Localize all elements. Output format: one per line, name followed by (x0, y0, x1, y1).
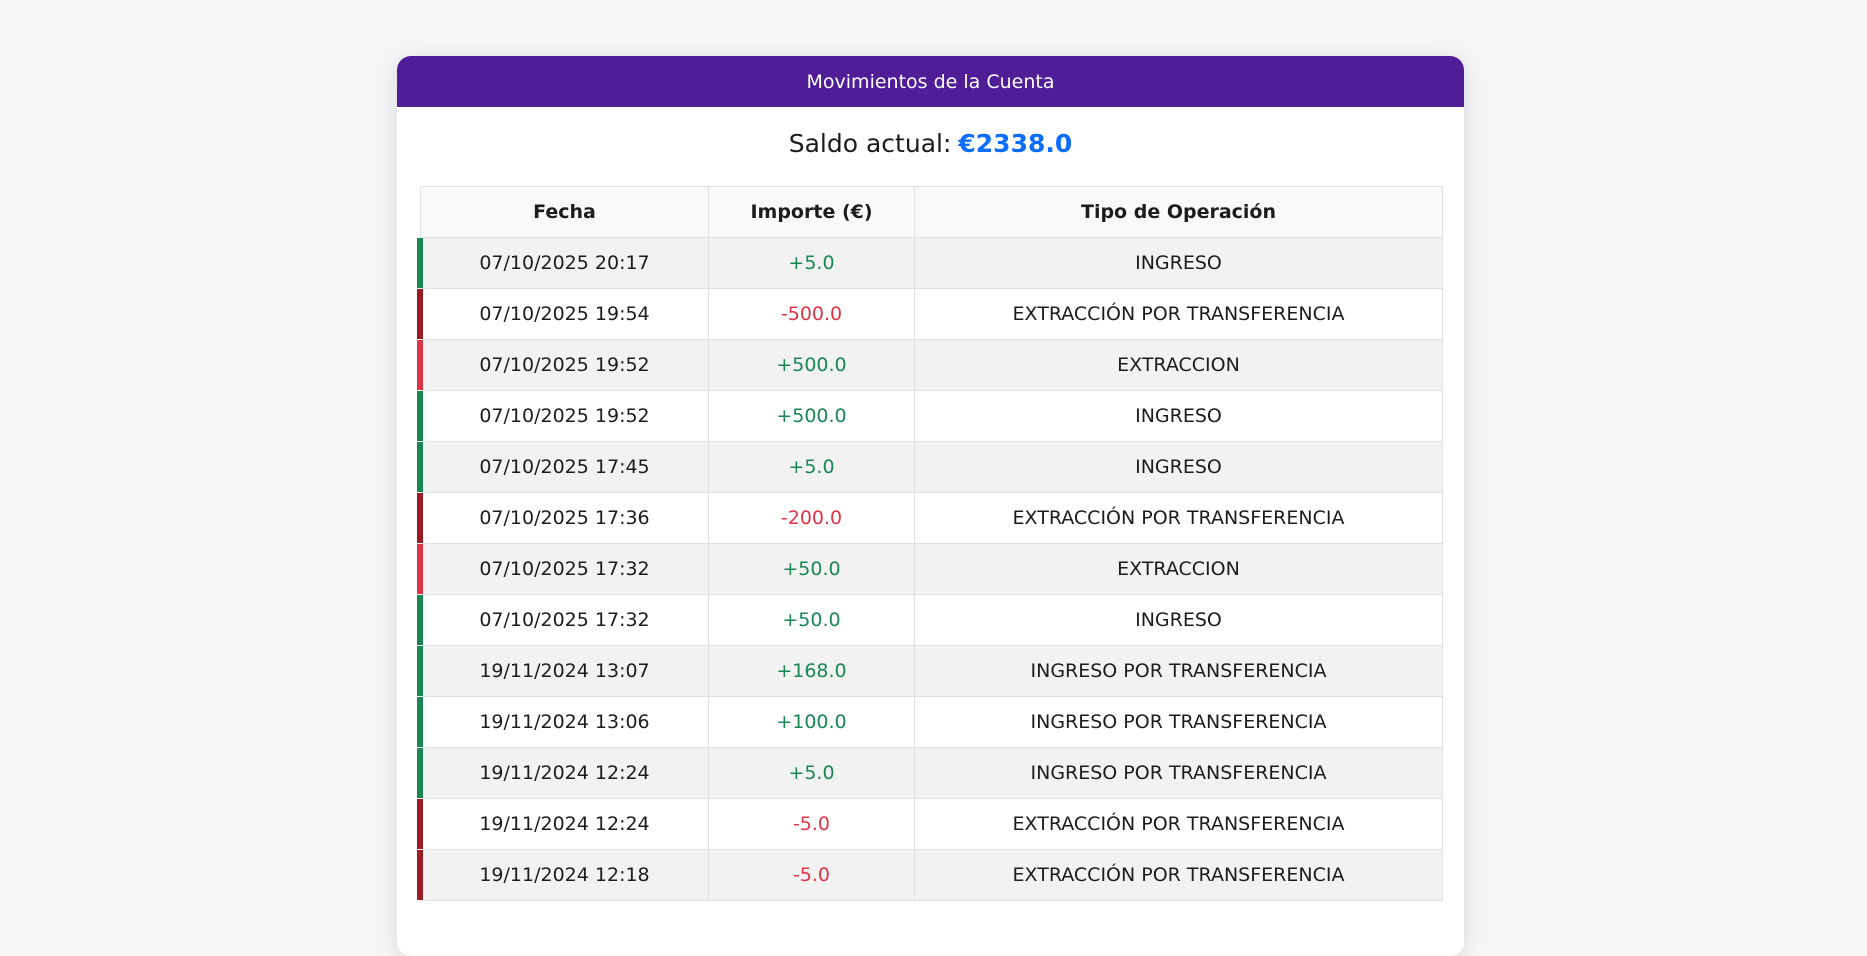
cell-date: 19/11/2024 13:06 (417, 696, 709, 748)
cell-amount: -200.0 (708, 492, 915, 544)
cell-date: 07/10/2025 17:45 (417, 441, 709, 493)
cell-date: 07/10/2025 19:52 (417, 339, 709, 391)
cell-type: EXTRACCIÓN POR TRANSFERENCIA (914, 492, 1443, 544)
cell-date: 19/11/2024 12:24 (417, 798, 709, 850)
cell-date: 07/10/2025 20:17 (417, 237, 709, 289)
cell-date: 07/10/2025 17:32 (417, 594, 709, 646)
table-row: 07/10/2025 20:17 +5.0 INGRESO (417, 237, 1443, 289)
table-row: 07/10/2025 19:52 +500.0 INGRESO (417, 390, 1443, 442)
cell-type: INGRESO (914, 237, 1443, 289)
table-row: 19/11/2024 12:18 -5.0 EXTRACCIÓN POR TRANS… (417, 849, 1443, 901)
balance-value: €2338.0 (958, 128, 1073, 158)
table-row: 07/10/2025 17:32 +50.0 EXTRACCION (417, 543, 1443, 595)
cell-amount: +50.0 (708, 594, 915, 646)
cell-type: EXTRACCION (914, 339, 1443, 391)
balance-summary: Saldo actual: €2338.0 (397, 107, 1464, 177)
cell-amount: +50.0 (708, 543, 915, 595)
cell-type: EXTRACCIÓN POR TRANSFERENCIA (914, 849, 1443, 901)
cell-date: 07/10/2025 17:32 (417, 543, 709, 595)
cell-date: 19/11/2024 13:07 (417, 645, 709, 697)
table-row: 19/11/2024 13:07 +168.0 INGRESO POR TRANSF… (417, 645, 1443, 697)
cell-type: INGRESO (914, 441, 1443, 493)
cell-amount: +500.0 (708, 339, 915, 391)
table-row: 07/10/2025 17:45 +5.0 INGRESO (417, 441, 1443, 493)
cell-type: INGRESO (914, 390, 1443, 442)
cell-amount: +100.0 (708, 696, 915, 748)
cell-amount: -5.0 (708, 798, 915, 850)
table-row: 19/11/2024 13:06 +100.0 INGRESO POR TRANSF… (417, 696, 1443, 748)
card-header: Movimientos de la Cuenta (397, 56, 1464, 107)
cell-date: 07/10/2025 19:52 (417, 390, 709, 442)
cell-amount: +5.0 (708, 441, 915, 493)
cell-type: EXTRACCIÓN POR TRANSFERENCIA (914, 288, 1443, 340)
column-header-date: Fecha (420, 186, 709, 238)
cell-amount: +5.0 (708, 747, 915, 799)
account-movements-card: Movimientos de la Cuenta Saldo actual: €… (397, 56, 1464, 956)
table-row: 19/11/2024 12:24 +5.0 INGRESO POR TRANSFER… (417, 747, 1443, 799)
cell-date: 19/11/2024 12:24 (417, 747, 709, 799)
cell-type: INGRESO POR TRANSFERENCIA (914, 696, 1443, 748)
cell-date: 19/11/2024 12:18 (417, 849, 709, 901)
cell-amount: +168.0 (708, 645, 915, 697)
table-header: Fecha Importe (€) Tipo de Operación (420, 186, 1443, 238)
cell-amount: +5.0 (708, 237, 915, 289)
table-body: 07/10/2025 20:17 +5.0 INGRESO 07/10/2025 19… (417, 237, 1443, 901)
table-row: 07/10/2025 17:36 -200.0 EXTRACCIÓN POR TRA… (417, 492, 1443, 544)
cell-amount: -5.0 (708, 849, 915, 901)
cell-type: INGRESO (914, 594, 1443, 646)
table-row: 07/10/2025 17:32 +50.0 INGRESO (417, 594, 1443, 646)
cell-type: EXTRACCIÓN POR TRANSFERENCIA (914, 798, 1443, 850)
balance-label: Saldo actual: (788, 128, 952, 158)
cell-date: 07/10/2025 17:36 (417, 492, 709, 544)
movements-table: Fecha Importe (€) Tipo de Operación 07/1… (417, 186, 1443, 901)
table-row: 19/11/2024 12:24 -5.0 EXTRACCIÓN POR TRANS… (417, 798, 1443, 850)
cell-type: INGRESO POR TRANSFERENCIA (914, 645, 1443, 697)
table-row: 07/10/2025 19:54 -500.0 EXTRACCIÓN POR TRA… (417, 288, 1443, 340)
column-header-amount: Importe (€) (708, 186, 915, 238)
cell-amount: -500.0 (708, 288, 915, 340)
cell-date: 07/10/2025 19:54 (417, 288, 709, 340)
column-header-type: Tipo de Operación (914, 186, 1443, 238)
cell-amount: +500.0 (708, 390, 915, 442)
cell-type: EXTRACCION (914, 543, 1443, 595)
table-row: 07/10/2025 19:52 +500.0 EXTRACCION (417, 339, 1443, 391)
cell-type: INGRESO POR TRANSFERENCIA (914, 747, 1443, 799)
header-row: Fecha Importe (€) Tipo de Operación (420, 186, 1443, 238)
page-title: Movimientos de la Cuenta (806, 70, 1055, 93)
